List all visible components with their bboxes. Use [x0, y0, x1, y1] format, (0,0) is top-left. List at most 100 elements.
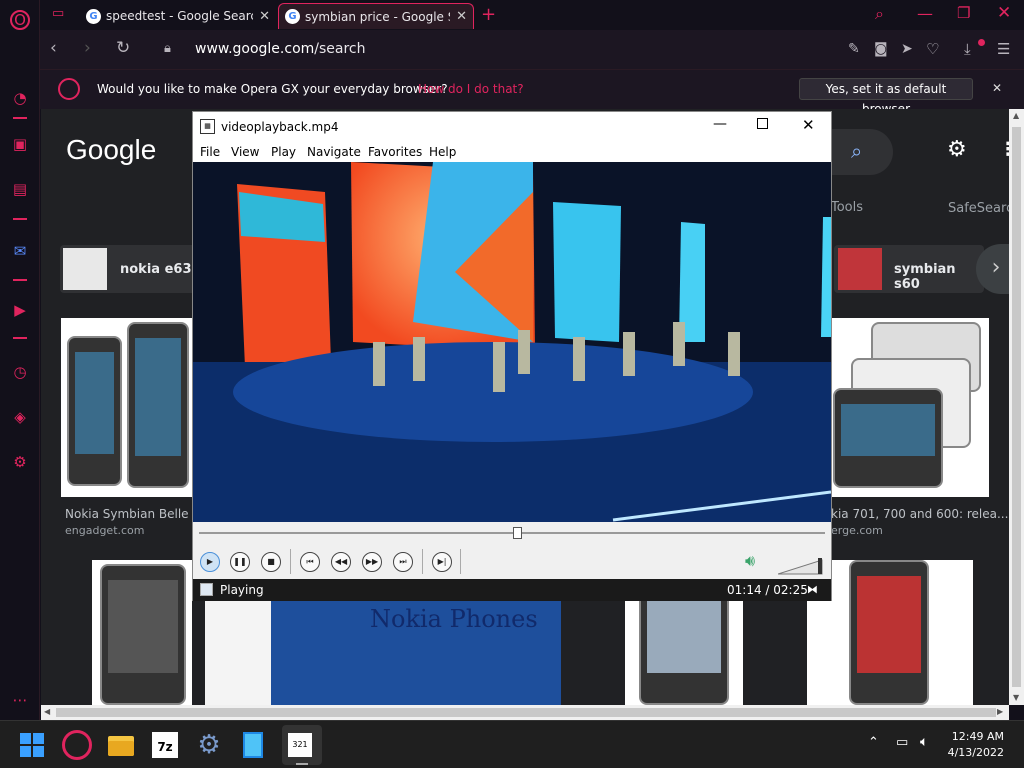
menu-navigate[interactable]: Navigate: [307, 145, 361, 159]
tools-button[interactable]: Tools: [831, 200, 863, 215]
menu-help[interactable]: Help: [429, 145, 456, 159]
vertical-scrollbar[interactable]: ▲ ▼: [1009, 109, 1024, 705]
result-source[interactable]: erge.com: [831, 524, 883, 537]
player-maximize-icon[interactable]: [757, 118, 768, 129]
player-titlebar[interactable]: ▦ videoplayback.mp4 — ✕: [193, 112, 831, 142]
opera-gx-taskbar-icon[interactable]: [62, 730, 92, 760]
media-player-taskbar-icon[interactable]: 321: [282, 725, 322, 765]
close-tab-icon[interactable]: ✕: [456, 9, 467, 24]
show-hidden-icons-icon[interactable]: ⌃: [868, 735, 879, 750]
menu-favorites[interactable]: Favorites: [368, 145, 422, 159]
phone-image: [100, 564, 186, 705]
search-icon[interactable]: ⌕: [851, 139, 862, 163]
menu-view[interactable]: View: [231, 145, 259, 159]
start-windows-icon[interactable]: [18, 730, 48, 760]
result-caption[interactable]: kia 701, 700 and 600: relea...: [831, 507, 1008, 521]
extensions-icon[interactable]: ◈: [10, 407, 30, 427]
tab-symbian-price[interactable]: G symbian price - Google Sea ✕: [278, 3, 474, 29]
google-favicon-icon: G: [285, 9, 300, 24]
settings-taskbar-icon[interactable]: ⚙: [194, 730, 224, 760]
minimize-icon[interactable]: —: [917, 4, 933, 23]
speed-dial-icon[interactable]: ◔: [10, 88, 30, 108]
download-icon[interactable]: ⤓: [964, 40, 971, 58]
player-close-icon[interactable]: ✕: [802, 116, 815, 134]
file-explorer-icon[interactable]: [106, 730, 136, 760]
result-caption[interactable]: Nokia Symbian Belle Re: [65, 507, 208, 521]
play-button[interactable]: ▶: [200, 552, 220, 572]
close-window-icon[interactable]: ✕: [997, 3, 1011, 23]
more-icon[interactable]: ⋯: [10, 690, 30, 710]
volume-slider[interactable]: [778, 556, 824, 576]
pause-button[interactable]: ❚❚: [230, 552, 250, 572]
gx-corner-icon[interactable]: ▣: [10, 134, 30, 154]
settings-gear-icon[interactable]: ⚙: [947, 137, 967, 162]
notepad-icon[interactable]: [238, 730, 268, 760]
restore-icon[interactable]: ❐: [957, 4, 970, 22]
7zip-icon[interactable]: 7z: [150, 730, 180, 760]
player-icon[interactable]: ▶: [10, 300, 30, 320]
frame-step-button[interactable]: ▶|: [432, 552, 452, 572]
send-icon[interactable]: ➤: [901, 41, 913, 57]
sidebar-divider: [13, 117, 27, 119]
clock-time: 12:49 AM: [951, 730, 1004, 743]
how-do-i-link[interactable]: How do I do that?: [418, 82, 524, 96]
twitch-icon[interactable]: ▤: [10, 179, 30, 199]
default-browser-bar: Would you like to make Opera GX your eve…: [40, 70, 1024, 116]
url-field[interactable]: www.google.com/search: [195, 41, 366, 57]
control-separator: [460, 549, 461, 574]
chip-symbian-s60[interactable]: symbian s60: [834, 245, 984, 293]
forward-button[interactable]: ▶▶: [362, 552, 382, 572]
opera-logo-icon[interactable]: O: [10, 10, 30, 30]
tab-speedtest[interactable]: G speedtest - Google Search ✕: [80, 3, 276, 29]
scroll-up-icon[interactable]: ▲: [1013, 111, 1019, 120]
search-tabs-icon[interactable]: ⌕: [875, 4, 884, 24]
speaker-icon[interactable]: 🔈︎: [920, 734, 928, 750]
scroll-left-icon[interactable]: ◀: [44, 707, 50, 716]
easy-setup-icon[interactable]: ☰: [997, 40, 1010, 58]
result-image-nokia-belle[interactable]: [61, 318, 192, 497]
result-image-nokia-500[interactable]: [92, 560, 192, 705]
google-logo[interactable]: Google: [66, 134, 156, 166]
reload-icon[interactable]: ↻: [116, 38, 130, 58]
new-tab-plus-icon[interactable]: +: [481, 4, 496, 25]
scroll-down-icon[interactable]: ▼: [1013, 693, 1019, 702]
screen: O ◔ ▣ ▤ ✉ ▶ ◷ ◈ ⚙ ⋯ ▭ G speedtest - Goog…: [0, 0, 1024, 768]
set-default-button[interactable]: Yes, set it as default browser: [799, 78, 973, 116]
rewind-button[interactable]: ◀◀: [331, 552, 351, 572]
settings-gear-icon[interactable]: ⚙: [10, 452, 30, 472]
seek-bar[interactable]: [193, 522, 831, 544]
tab-bar: ▭ G speedtest - Google Search ✕ G symbia…: [40, 0, 1024, 30]
menu-play[interactable]: Play: [271, 145, 296, 159]
menu-file[interactable]: File: [200, 145, 220, 159]
messenger-icon[interactable]: ✉: [10, 241, 30, 261]
horizontal-scrollbar[interactable]: ◀ ▶: [41, 705, 1009, 720]
close-tab-icon[interactable]: ✕: [259, 9, 270, 24]
seek-knob[interactable]: [513, 527, 523, 539]
volume-icon[interactable]: 🔊︎: [745, 551, 755, 571]
network-icon[interactable]: ▭: [896, 735, 908, 750]
chip-thumbnail: [838, 248, 882, 290]
result-source[interactable]: engadget.com: [65, 524, 145, 537]
history-icon[interactable]: ◷: [10, 362, 30, 382]
camera-icon[interactable]: ◙: [874, 41, 888, 57]
next-button[interactable]: ⏭︎: [393, 552, 413, 572]
scroll-thumb[interactable]: [56, 708, 996, 717]
safesearch-button[interactable]: SafeSearch: [948, 201, 1009, 216]
player-minimize-icon[interactable]: —: [713, 116, 727, 132]
result-image-nokia-701[interactable]: [831, 318, 989, 497]
heart-icon[interactable]: ♡: [926, 40, 939, 58]
scroll-thumb[interactable]: [1012, 127, 1021, 687]
stop-button[interactable]: ■: [261, 552, 281, 572]
more-options-icon[interactable]: ⋮: [999, 139, 1009, 160]
gamepad-icon[interactable]: ▭: [52, 6, 64, 21]
player-controls: ▶ ❚❚ ■ ⏮︎ ◀◀ ▶▶ ⏭︎ ▶| 🔊︎: [193, 544, 831, 579]
video-frame[interactable]: [193, 162, 831, 522]
close-notification-icon[interactable]: ✕: [992, 81, 1002, 95]
scroll-right-icon[interactable]: ▶: [997, 707, 1003, 716]
player-title: videoplayback.mp4: [221, 120, 339, 134]
system-clock[interactable]: 12:49 AM 4/13/2022: [948, 729, 1004, 761]
forward-icon[interactable]: ›: [84, 38, 91, 58]
back-icon[interactable]: ‹: [50, 38, 57, 58]
previous-button[interactable]: ⏮︎: [300, 552, 320, 572]
edit-icon[interactable]: ✎: [848, 41, 860, 57]
